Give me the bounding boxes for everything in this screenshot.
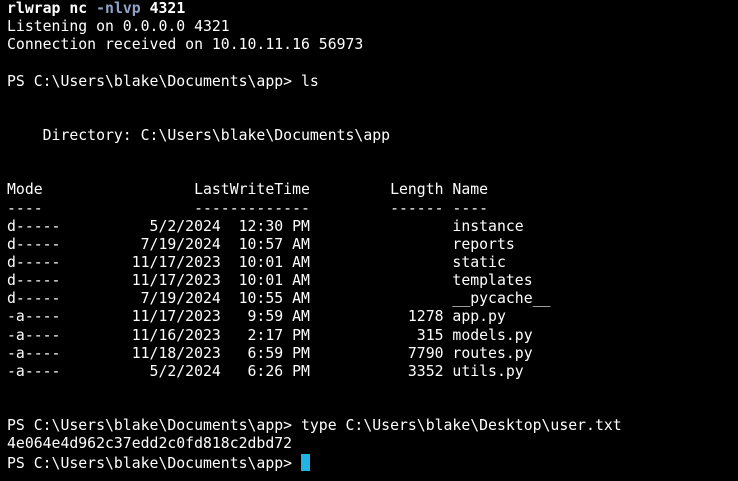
listing-row: -a---- 11/16/2023 2:17 PM 315 models.py: [7, 326, 533, 344]
command-flags: -nlvp: [96, 0, 141, 17]
listing-row: d----- 7/19/2024 10:55 AM __pycache__: [7, 290, 551, 308]
command-port: 4321: [149, 0, 186, 17]
command-program: rlwrap: [7, 0, 61, 17]
listing-row: d----- 11/17/2023 10:01 AM templates: [7, 272, 533, 290]
command-line: rlwrap nc -nlvp 4321: [7, 0, 738, 18]
terminal-window[interactable]: rlwrap nc -nlvp 4321 Listening on 0.0.0.…: [0, 0, 738, 481]
listing-row: d----- 11/17/2023 10:01 AM static: [7, 253, 506, 271]
command-sub: nc: [69, 0, 88, 17]
prompt-ls-line: PS C:\Users\blake\Documents\app> ls: [7, 72, 319, 90]
listing-row: d----- 5/2/2024 12:30 PM instance: [7, 217, 524, 235]
final-prompt-line[interactable]: PS C:\Users\blake\Documents\app>: [7, 453, 738, 472]
directory-line: Directory: C:\Users\blake\Documents\app: [7, 126, 391, 144]
final-prompt: PS C:\Users\blake\Documents\app>: [7, 454, 301, 472]
hash-output: 4e064e4d962c37edd2c0fd818c2dbd72: [7, 435, 293, 453]
listing-separator: ---- ------------- ------ ----: [7, 199, 489, 217]
prompt-type-line: PS C:\Users\blake\Documents\app> type C:…: [7, 417, 622, 435]
listing-row: -a---- 5/2/2024 6:26 PM 3352 utils.py: [7, 362, 524, 380]
listing-row: -a---- 11/17/2023 9:59 AM 1278 app.py: [7, 308, 506, 326]
listening-line: Listening on 0.0.0.0 4321: [7, 18, 230, 36]
listing-row: d----- 7/19/2024 10:57 AM reports: [7, 235, 515, 253]
listing-row: -a---- 11/18/2023 6:59 PM 7790 routes.py: [7, 344, 533, 362]
listing-header: Mode LastWriteTime Length Name: [7, 181, 489, 199]
cursor-block[interactable]: [300, 453, 310, 471]
connection-line: Connection received on 10.10.11.16 56973: [7, 36, 364, 54]
